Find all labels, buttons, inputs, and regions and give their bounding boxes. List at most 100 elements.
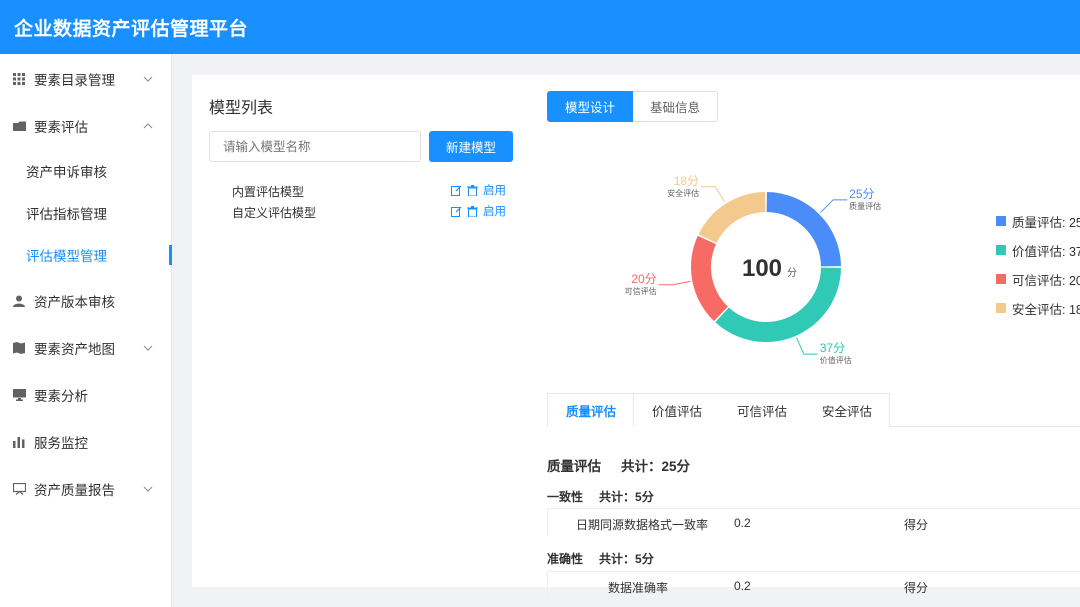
indicator-name: 日期同源数据格式一致率 bbox=[576, 518, 709, 532]
tab-basic-info[interactable]: 基础信息 bbox=[633, 91, 719, 122]
sidebar-item-label: 资产版本审核 bbox=[34, 295, 115, 310]
tab-quality[interactable]: 质量评估 bbox=[548, 394, 635, 427]
user-icon bbox=[12, 294, 26, 308]
chevron-down-icon bbox=[143, 482, 155, 494]
section-total: 共计：25分 bbox=[621, 459, 691, 474]
sidebar-item-label: 要素评估 bbox=[34, 120, 88, 135]
group-total: 共计：5分 bbox=[599, 490, 654, 504]
sidebar-item-label: 要素目录管理 bbox=[34, 73, 115, 88]
sidebar-item-asset-map[interactable]: 要素资产地图 bbox=[0, 325, 172, 371]
enable-link[interactable]: 启用 bbox=[483, 182, 506, 198]
slice-name-label: 可信评估 bbox=[625, 286, 657, 296]
table-row: 数据准确率 0.2 得分 bbox=[547, 571, 1080, 599]
top-header: 企业数据资产评估管理平台 bbox=[0, 0, 1080, 54]
sidebar-item-service-monitor[interactable]: 服务监控 bbox=[0, 419, 172, 465]
list-item[interactable]: 内置评估模型 启用 bbox=[232, 181, 522, 201]
legend-item[interactable]: 质量评估: 25. bbox=[996, 213, 1080, 230]
pie-slice[interactable] bbox=[698, 192, 766, 243]
report-icon bbox=[12, 482, 26, 496]
map-icon bbox=[12, 341, 26, 355]
tab-model-design[interactable]: 模型设计 bbox=[547, 91, 634, 122]
legend-label: 可信评估: 20. bbox=[1012, 273, 1080, 288]
model-actions: 启用 bbox=[451, 203, 506, 219]
legend-item[interactable]: 可信评估: 20. bbox=[996, 271, 1080, 288]
sidebar-item-label: 服务监控 bbox=[34, 436, 88, 451]
app-title: 企业数据资产评估管理平台 bbox=[14, 19, 249, 40]
group-name: 一致性 bbox=[547, 490, 584, 504]
slice-leader-line bbox=[701, 186, 726, 203]
group-total: 共计：5分 bbox=[599, 552, 654, 566]
slice-leader-line bbox=[658, 280, 691, 286]
slice-value-label: 25分 bbox=[849, 187, 874, 201]
sidebar-item-element-analysis[interactable]: 要素分析 bbox=[0, 372, 172, 418]
legend-item[interactable]: 价值评估: 37. bbox=[996, 242, 1080, 259]
chevron-down-icon bbox=[143, 341, 155, 353]
chevron-up-icon bbox=[143, 119, 155, 131]
delete-icon[interactable] bbox=[467, 205, 478, 217]
sidebar-item-asset-version-review[interactable]: 资产版本审核 bbox=[0, 278, 172, 324]
active-indicator bbox=[169, 245, 172, 265]
new-model-button[interactable]: 新建模型 bbox=[429, 131, 513, 162]
sidebar-item-label: 资产申诉审核 bbox=[26, 165, 107, 180]
slice-value-label: 18分 bbox=[674, 174, 699, 188]
slice-name-label: 质量评估 bbox=[849, 201, 881, 211]
group-title: 准确性 共计：5分 bbox=[547, 550, 670, 567]
tab-security[interactable]: 安全评估 bbox=[804, 394, 889, 427]
model-search-input[interactable] bbox=[209, 131, 421, 162]
indicator-weight: 0.2 bbox=[734, 579, 751, 593]
indicator-name: 数据准确率 bbox=[608, 581, 669, 595]
legend-swatch bbox=[996, 303, 1006, 313]
model-actions: 启用 bbox=[451, 182, 506, 198]
edit-icon[interactable] bbox=[451, 206, 462, 217]
main-content: 模型列表 新建模型 内置评估模型 启用 自定义评估模型 启用 模型设计 基础信息… bbox=[192, 75, 1080, 599]
edit-icon[interactable] bbox=[451, 185, 462, 196]
slice-leader-line bbox=[796, 337, 818, 355]
legend-item[interactable]: 安全评估: 18. bbox=[996, 300, 1080, 317]
folder-icon bbox=[12, 119, 26, 133]
slice-value-label: 37分 bbox=[820, 341, 845, 355]
sidebar-item-label: 评估模型管理 bbox=[26, 249, 107, 264]
design-tabs: 模型设计 基础信息 bbox=[547, 91, 719, 122]
sidebar-item-label: 资产质量报告 bbox=[34, 483, 115, 498]
sidebar-subitem-model-management[interactable]: 评估模型管理 bbox=[0, 234, 172, 276]
indicator-weight: 0.2 bbox=[734, 516, 751, 530]
sidebar-item-quality-report[interactable]: 资产质量报告 bbox=[0, 466, 172, 512]
group-name: 准确性 bbox=[547, 552, 584, 566]
table-row: 日期同源数据格式一致率 0.2 得分 bbox=[547, 508, 1080, 536]
monitor-icon bbox=[12, 388, 26, 402]
pie-slice[interactable] bbox=[691, 235, 728, 322]
tab-trust[interactable]: 可信评估 bbox=[719, 394, 804, 427]
legend-swatch bbox=[996, 216, 1006, 226]
total-score-value: 100 bbox=[742, 255, 782, 282]
bar-chart-icon bbox=[12, 435, 26, 449]
sidebar-subitem-indicator-management[interactable]: 评估指标管理 bbox=[0, 192, 172, 234]
section-name: 质量评估 bbox=[547, 459, 601, 474]
grid-icon bbox=[12, 72, 26, 86]
slice-value-label: 20分 bbox=[631, 272, 656, 286]
model-list-title: 模型列表 bbox=[209, 100, 274, 117]
total-score-unit: 分 bbox=[787, 267, 797, 279]
chevron-down-icon bbox=[143, 72, 155, 84]
group-title: 一致性 共计：5分 bbox=[547, 488, 670, 505]
legend-label: 质量评估: 25. bbox=[1012, 215, 1080, 230]
slice-leader-line bbox=[820, 199, 848, 213]
model-name: 自定义评估模型 bbox=[232, 206, 317, 220]
indicator-score: 得分 bbox=[904, 581, 929, 595]
sidebar-item-label: 评估指标管理 bbox=[26, 207, 107, 222]
indicator-score: 得分 bbox=[904, 518, 929, 532]
legend-swatch bbox=[996, 274, 1006, 284]
sidebar-item-element-catalog[interactable]: 要素目录管理 bbox=[0, 56, 172, 102]
tab-value[interactable]: 价值评估 bbox=[634, 394, 719, 427]
legend-swatch bbox=[996, 245, 1006, 255]
legend-label: 安全评估: 18. bbox=[1012, 302, 1080, 317]
sidebar-item-element-evaluation[interactable]: 要素评估 bbox=[0, 103, 172, 149]
list-item[interactable]: 自定义评估模型 启用 bbox=[232, 202, 522, 222]
model-name: 内置评估模型 bbox=[232, 185, 305, 199]
enable-link[interactable]: 启用 bbox=[483, 203, 506, 219]
legend-label: 价值评估: 37. bbox=[1012, 244, 1080, 259]
slice-name-label: 安全评估 bbox=[667, 188, 699, 198]
sidebar-subitem-asset-appeal-review[interactable]: 资产申诉审核 bbox=[0, 150, 172, 192]
sidebar-item-label: 要素分析 bbox=[34, 389, 88, 404]
delete-icon[interactable] bbox=[467, 184, 478, 196]
sidebar: 要素目录管理 要素评估 资产申诉审核 评估指标管理 评估模型管理 资产版本审核 … bbox=[0, 54, 172, 607]
